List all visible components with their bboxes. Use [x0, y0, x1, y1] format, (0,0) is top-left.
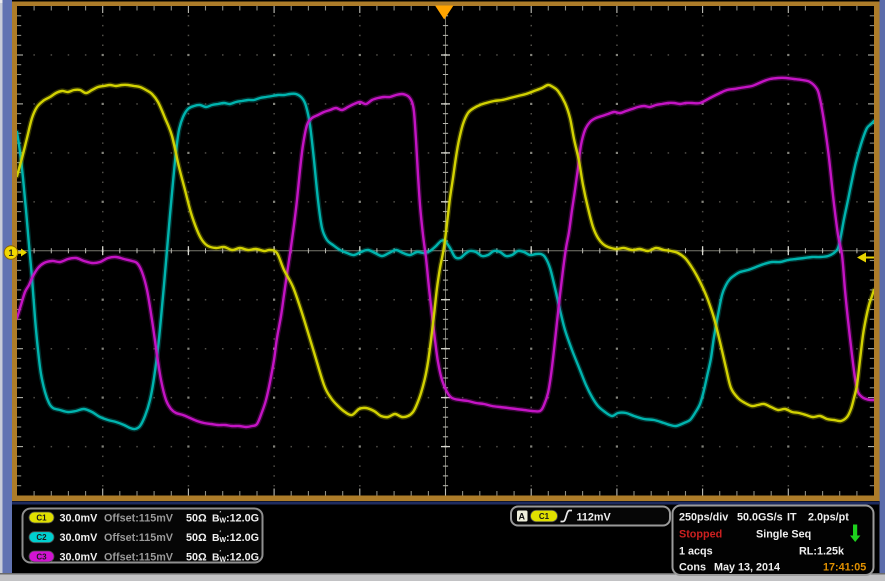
svg-text:IT: IT [787, 512, 797, 524]
svg-text:C2: C2 [36, 533, 47, 542]
svg-text:Offset:115mV: Offset:115mV [104, 512, 174, 524]
svg-text:50.0GS/s: 50.0GS/s [737, 512, 783, 524]
svg-text:250ps/div: 250ps/div [679, 512, 728, 524]
svg-text:Stopped: Stopped [679, 529, 722, 541]
svg-text:30.0mV: 30.0mV [60, 512, 99, 524]
svg-text::12.0G: :12.0G [226, 551, 259, 563]
svg-text:1 acqs: 1 acqs [679, 546, 713, 558]
svg-text:112mV: 112mV [577, 512, 612, 524]
svg-text:50Ω: 50Ω [186, 551, 207, 563]
svg-text:RL:1.25k: RL:1.25k [799, 546, 845, 558]
svg-text:50Ω: 50Ω [186, 512, 207, 524]
svg-text:Offset:115mV: Offset:115mV [104, 532, 174, 544]
svg-text:May 13, 2014: May 13, 2014 [714, 562, 780, 574]
svg-text::12.0G: :12.0G [226, 532, 259, 544]
svg-text:50Ω: 50Ω [186, 532, 207, 544]
svg-text::12.0G: :12.0G [226, 512, 259, 524]
svg-text:30.0mV: 30.0mV [60, 551, 99, 563]
svg-text:A: A [519, 512, 526, 522]
svg-text:Cons: Cons [679, 562, 706, 574]
svg-text:C1: C1 [36, 513, 47, 522]
svg-text:C1: C1 [539, 512, 550, 521]
svg-text:C3: C3 [36, 552, 47, 561]
svg-text:1: 1 [8, 248, 14, 259]
svg-text:Offset:115mV: Offset:115mV [104, 551, 174, 563]
svg-text:30.0mV: 30.0mV [60, 532, 99, 544]
svg-text:17:41:05: 17:41:05 [823, 562, 866, 574]
svg-text:2.0ps/pt: 2.0ps/pt [808, 512, 849, 524]
svg-text:Single Seq: Single Seq [756, 529, 811, 541]
